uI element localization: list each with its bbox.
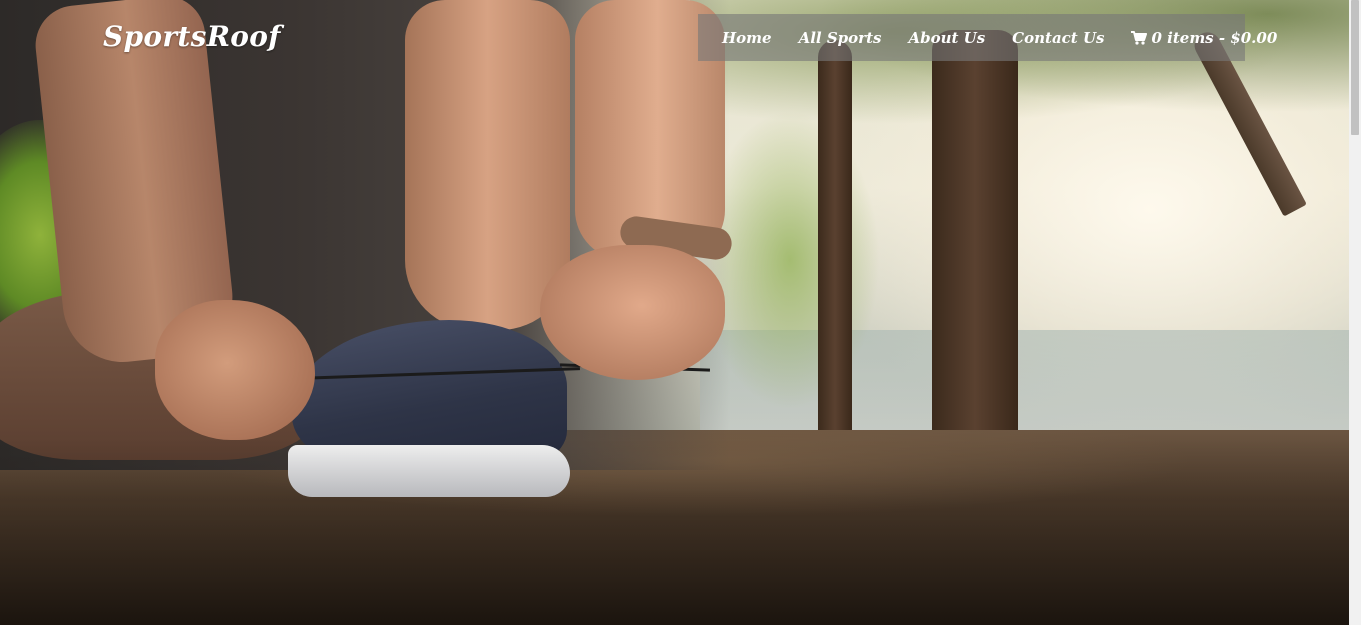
cart-link[interactable]: 0 items - $0.00 <box>1131 29 1277 47</box>
nav-item-home[interactable]: Home <box>722 29 772 47</box>
page-scrollbar[interactable] <box>1349 0 1361 625</box>
main-nav: Home All Sports About Us Contact Us 0 it… <box>698 14 1277 61</box>
shopping-cart-icon <box>1131 30 1148 45</box>
site-logo[interactable]: SportsRoof <box>103 20 281 53</box>
scrollbar-thumb[interactable] <box>1351 0 1359 135</box>
nav-item-all-sports[interactable]: All Sports <box>799 29 882 47</box>
hero-image <box>0 0 1349 625</box>
nav-item-about-us[interactable]: About Us <box>908 29 985 47</box>
cart-summary: 0 items - $0.00 <box>1151 28 1278 47</box>
page: SportsRoof Home All Sports About Us Cont… <box>0 0 1361 625</box>
nav-item-contact-us[interactable]: Contact Us <box>1012 29 1104 47</box>
